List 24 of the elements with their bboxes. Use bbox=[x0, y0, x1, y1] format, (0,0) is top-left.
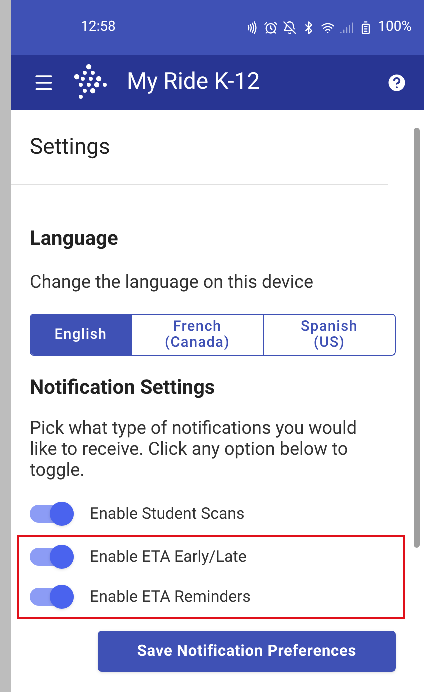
toggle-label: Enable Student Scans bbox=[90, 503, 245, 525]
section-description: Pick what type of notifications you would like to receive. Click any option below to toggle. bbox=[30, 418, 358, 481]
toggle-switch[interactable] bbox=[30, 588, 74, 606]
help-icon[interactable] bbox=[386, 72, 408, 94]
save-button[interactable]: Save Notification Preferences bbox=[98, 631, 396, 672]
toggle-switch[interactable] bbox=[30, 505, 74, 523]
signal-icon bbox=[340, 20, 354, 34]
section-heading: Notification Settings bbox=[30, 374, 216, 401]
app-title: My Ride K-12 bbox=[127, 67, 260, 98]
language-option[interactable]: English bbox=[31, 315, 131, 355]
toggle-label: Enable ETA Reminders bbox=[90, 586, 251, 608]
language-option[interactable]: Spanish (US) bbox=[263, 315, 395, 355]
scrollbar-thumb[interactable] bbox=[414, 128, 420, 548]
bell-off-icon bbox=[283, 20, 298, 34]
page-title: Settings bbox=[30, 134, 110, 162]
section-heading: Language bbox=[30, 225, 120, 252]
status-time: 12:58 bbox=[81, 18, 116, 37]
nfc-icon bbox=[245, 20, 260, 34]
section-description: Change the language on this device bbox=[30, 271, 315, 295]
toggle-label: Enable ETA Early/Late bbox=[90, 546, 247, 568]
battery-percent: 100% bbox=[378, 18, 412, 37]
wifi-icon bbox=[321, 20, 336, 34]
alarm-icon bbox=[264, 20, 278, 34]
toggle-switch[interactable] bbox=[30, 548, 74, 566]
